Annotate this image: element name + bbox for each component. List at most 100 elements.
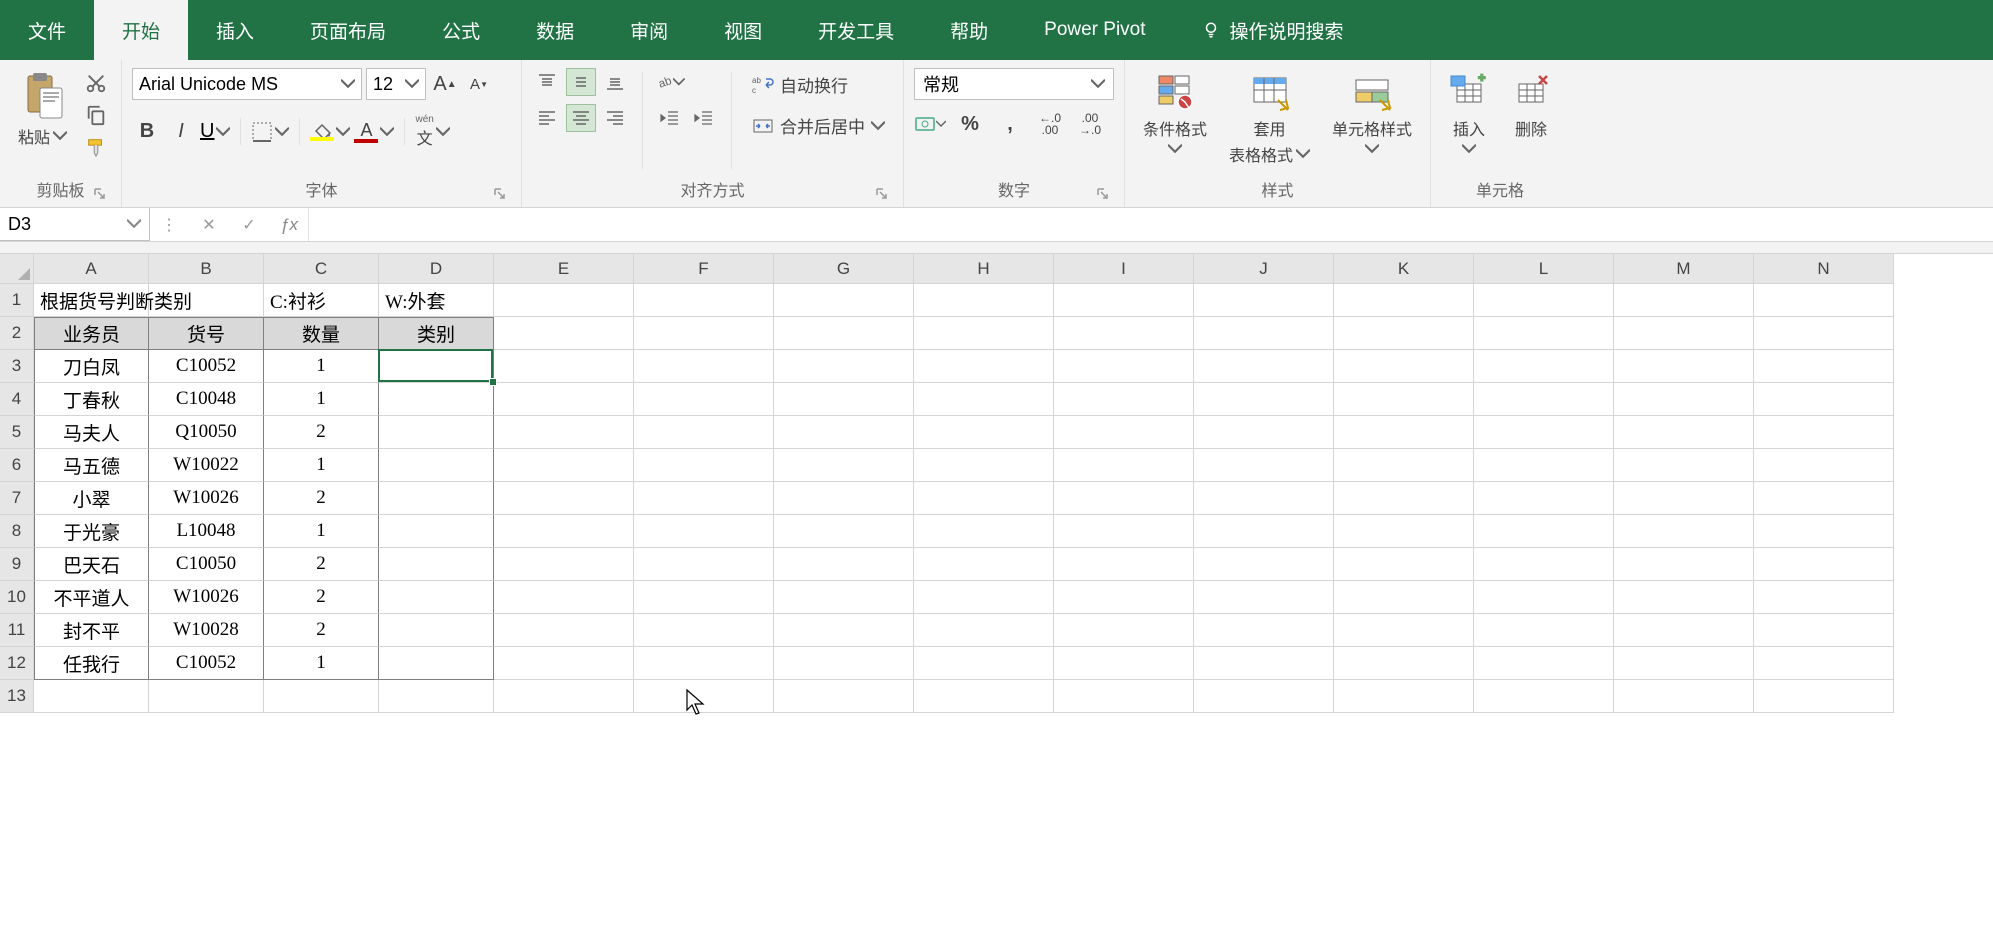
tab-help[interactable]: 帮助	[922, 0, 1016, 60]
cell[interactable]	[1614, 416, 1754, 449]
cell[interactable]	[1194, 680, 1334, 713]
cell[interactable]	[1054, 350, 1194, 383]
cell[interactable]	[379, 515, 494, 548]
cell[interactable]	[494, 284, 634, 317]
cell[interactable]	[1614, 449, 1754, 482]
cell[interactable]	[774, 647, 914, 680]
cell[interactable]	[494, 482, 634, 515]
cell[interactable]	[494, 416, 634, 449]
dialog-launcher-icon[interactable]	[93, 187, 107, 201]
cell[interactable]: C:衬衫	[264, 284, 379, 317]
row-header-4[interactable]: 4	[0, 383, 34, 416]
cell[interactable]: 1	[264, 383, 379, 416]
cell[interactable]	[914, 284, 1054, 317]
cell[interactable]: W:外套	[379, 284, 494, 317]
cell[interactable]: L10048	[149, 515, 264, 548]
formula-input[interactable]	[309, 208, 1993, 241]
cell[interactable]	[634, 449, 774, 482]
cell[interactable]	[1054, 614, 1194, 647]
increase-decimal-button[interactable]: ←.0.00	[1034, 110, 1066, 138]
cell[interactable]	[1054, 284, 1194, 317]
cell[interactable]	[1474, 647, 1614, 680]
cell[interactable]: 2	[264, 416, 379, 449]
bold-button[interactable]: B	[132, 117, 162, 147]
row-header-12[interactable]: 12	[0, 647, 34, 680]
cell[interactable]	[379, 449, 494, 482]
cell[interactable]	[1194, 647, 1334, 680]
align-center-button[interactable]	[566, 104, 596, 132]
tell-me[interactable]: 操作说明搜索	[1174, 0, 1372, 60]
cell[interactable]	[1474, 581, 1614, 614]
cell[interactable]	[264, 680, 379, 713]
cell[interactable]	[1614, 383, 1754, 416]
italic-button[interactable]: I	[166, 117, 196, 147]
cell[interactable]	[379, 581, 494, 614]
cell[interactable]	[1474, 515, 1614, 548]
dialog-launcher-icon[interactable]	[1096, 187, 1110, 201]
column-header-M[interactable]: M	[1614, 254, 1754, 284]
column-header-J[interactable]: J	[1194, 254, 1334, 284]
cell-styles-button[interactable]: 单元格样式	[1324, 68, 1420, 160]
cell[interactable]	[634, 284, 774, 317]
column-header-H[interactable]: H	[914, 254, 1054, 284]
align-bottom-button[interactable]	[600, 68, 630, 96]
conditional-format-button[interactable]: 条件格式	[1135, 68, 1215, 160]
cell[interactable]	[1754, 581, 1894, 614]
fx-button[interactable]: ƒx	[278, 214, 300, 236]
cell[interactable]	[774, 680, 914, 713]
cell[interactable]	[1614, 317, 1754, 350]
cell[interactable]	[1754, 317, 1894, 350]
cell[interactable]	[494, 383, 634, 416]
cell[interactable]	[1334, 317, 1474, 350]
cell[interactable]	[1754, 449, 1894, 482]
decrease-indent-button[interactable]	[655, 104, 685, 132]
tab-page-layout[interactable]: 页面布局	[282, 0, 414, 60]
column-header-F[interactable]: F	[634, 254, 774, 284]
format-as-table-button[interactable]: 套用表格格式	[1221, 68, 1318, 170]
cell[interactable]	[1474, 614, 1614, 647]
cell[interactable]: 数量	[264, 317, 379, 350]
cell[interactable]: 封不平	[34, 614, 149, 647]
increase-font-button[interactable]: A▲	[430, 69, 460, 99]
cell[interactable]	[494, 350, 634, 383]
cell[interactable]	[774, 482, 914, 515]
cell[interactable]: 小翠	[34, 482, 149, 515]
cell[interactable]: 不平道人	[34, 581, 149, 614]
cell[interactable]	[1334, 614, 1474, 647]
decrease-decimal-button[interactable]: .00→.0	[1074, 110, 1106, 138]
cell[interactable]	[149, 284, 264, 317]
cell[interactable]	[1474, 548, 1614, 581]
align-top-button[interactable]	[532, 68, 562, 96]
cut-icon[interactable]	[85, 72, 107, 94]
row-header-13[interactable]: 13	[0, 680, 34, 713]
cell[interactable]: C10050	[149, 548, 264, 581]
cell[interactable]	[494, 581, 634, 614]
cell[interactable]: 丁春秋	[34, 383, 149, 416]
orientation-button[interactable]: ab	[655, 68, 685, 96]
cell[interactable]	[634, 581, 774, 614]
cell[interactable]	[1614, 482, 1754, 515]
cell[interactable]	[914, 350, 1054, 383]
cell[interactable]	[1194, 284, 1334, 317]
decrease-font-button[interactable]: A▼	[464, 69, 494, 99]
row-header-3[interactable]: 3	[0, 350, 34, 383]
cell[interactable]: 类别	[379, 317, 494, 350]
cell[interactable]: 巴天石	[34, 548, 149, 581]
cell[interactable]: 1	[264, 647, 379, 680]
cell[interactable]	[1754, 284, 1894, 317]
cell[interactable]: C10052	[149, 647, 264, 680]
cell[interactable]	[774, 449, 914, 482]
cell[interactable]	[1474, 482, 1614, 515]
cell[interactable]	[634, 548, 774, 581]
cell[interactable]	[1054, 317, 1194, 350]
tab-file[interactable]: 文件	[0, 0, 94, 60]
cell[interactable]	[1754, 614, 1894, 647]
cell[interactable]: W10026	[149, 482, 264, 515]
cell[interactable]	[1474, 416, 1614, 449]
column-header-I[interactable]: I	[1054, 254, 1194, 284]
font-color-button[interactable]: A	[354, 120, 394, 143]
column-header-C[interactable]: C	[264, 254, 379, 284]
cell[interactable]	[914, 482, 1054, 515]
cell[interactable]	[774, 581, 914, 614]
cell[interactable]	[1054, 482, 1194, 515]
